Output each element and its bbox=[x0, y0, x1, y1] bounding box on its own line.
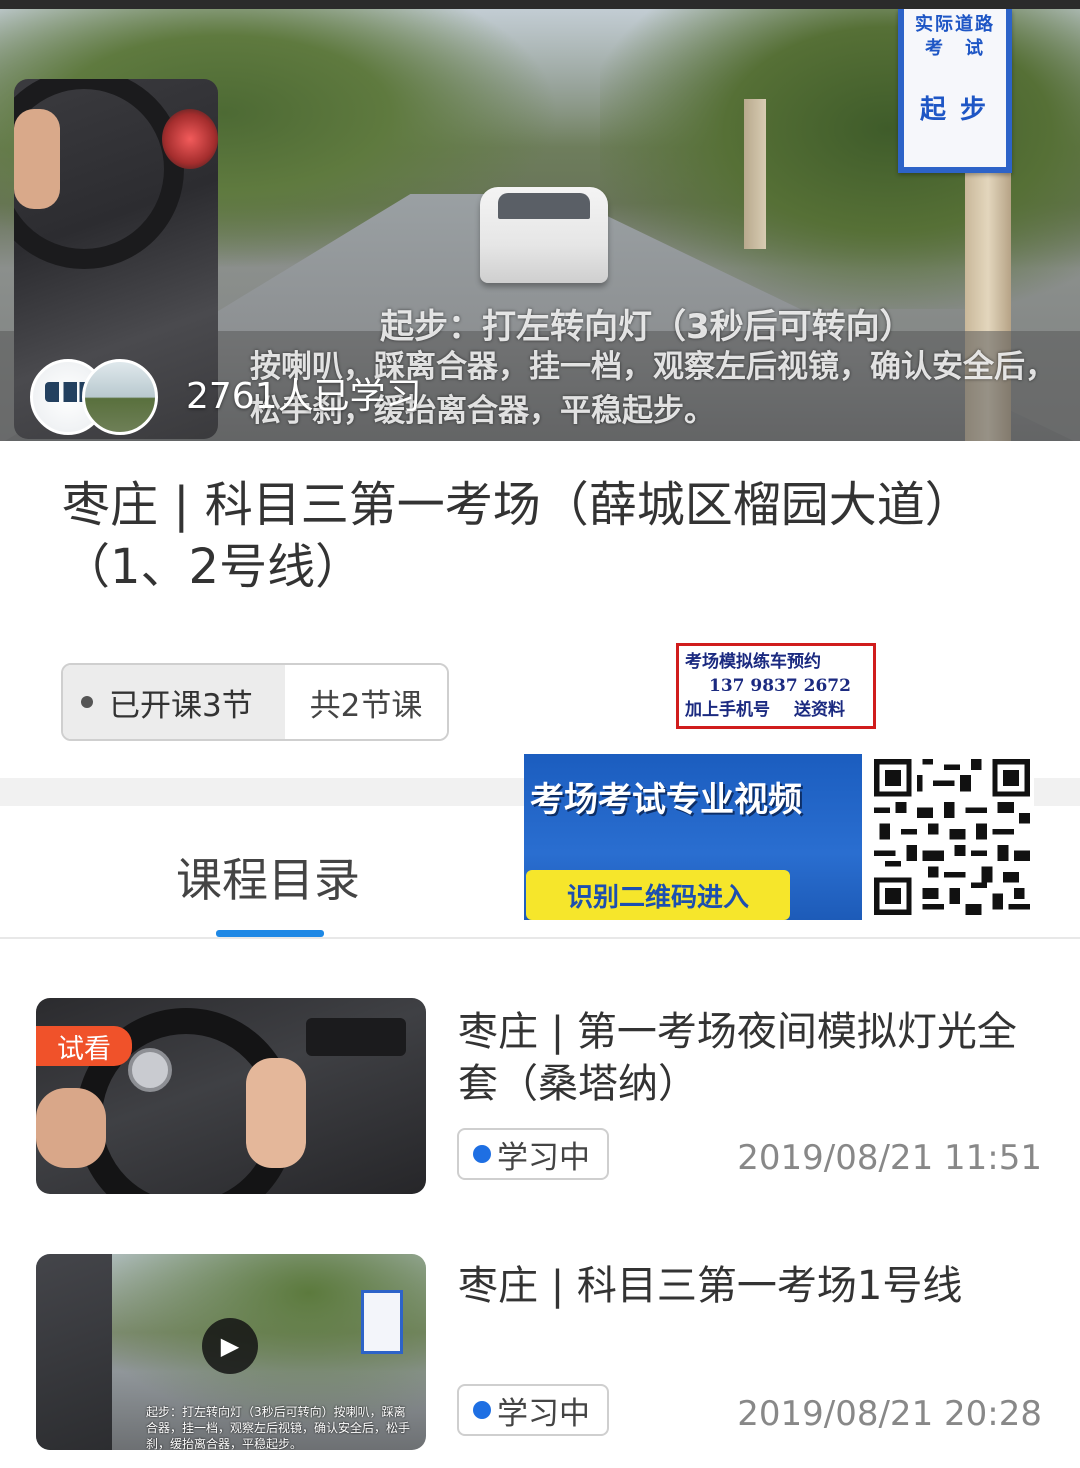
learner-count: 2761人已学习 bbox=[186, 376, 422, 417]
status-badge: 学习中 bbox=[457, 1128, 609, 1180]
driver-hand bbox=[36, 1088, 106, 1168]
driver-hand bbox=[246, 1058, 306, 1168]
exam-signboard bbox=[361, 1290, 403, 1354]
lesson-title[interactable]: 枣庄 | 第一考场夜间模拟灯光全套（桑塔纳） bbox=[458, 1006, 1048, 1110]
course-page: 实际道路 考 试 起步 起步：打左转向灯（3秒后可转向） 按喇叭，踩离合器，挂一… bbox=[0, 0, 1080, 1468]
tab-active-indicator bbox=[216, 930, 324, 937]
lesson-title[interactable]: 枣庄 | 科目三第一考场1号线 bbox=[458, 1260, 1048, 1312]
status-badge: 学习中 bbox=[457, 1384, 609, 1436]
promo-contact-box: 考场模拟练车预约 137 9837 2672 加上手机号 送资料 bbox=[676, 643, 876, 729]
dot-icon bbox=[81, 696, 93, 708]
thumbnail-caption: 起步：打左转向灯（3秒后可转向）按喇叭，踩离合器，挂一档，观察左后视镜，确认安全… bbox=[146, 1405, 411, 1450]
promo-line3a: 加上手机号 bbox=[685, 700, 770, 720]
promo-line3: 加上手机号 送资料 bbox=[685, 698, 867, 722]
car-logo-icon bbox=[128, 1048, 172, 1092]
air-vent bbox=[306, 1018, 406, 1056]
list-item[interactable]: ▶ 起步：打左转向灯（3秒后可转向）按喇叭，踩离合器，挂一档，观察左后视镜，确认… bbox=[0, 1254, 1080, 1454]
sign-bottom-text: 起步 bbox=[919, 95, 1000, 125]
list-item[interactable]: 试看 枣庄 | 第一考场夜间模拟灯光全套（桑塔纳） 学习中 2019/08/21… bbox=[0, 998, 1080, 1198]
promo-phone: 137 9837 2672 bbox=[709, 676, 851, 696]
play-icon[interactable]: ▶ bbox=[202, 1318, 258, 1374]
status-dot-icon bbox=[473, 1401, 491, 1419]
status-label: 学习中 bbox=[497, 1139, 590, 1176]
hero-video[interactable]: 实际道路 考 试 起步 起步：打左转向灯（3秒后可转向） 按喇叭，踩离合器，挂一… bbox=[0, 9, 1080, 441]
qr-promo-banner[interactable]: 考场考试专业视频 识别二维码进入 bbox=[524, 754, 1034, 920]
lesson-count-toggle: 已开课3节 共2节课 bbox=[61, 663, 449, 741]
opened-lessons: 已开课3节 bbox=[63, 665, 285, 739]
banner-button[interactable]: 识别二维码进入 bbox=[526, 870, 790, 920]
lesson-time: 2019/08/21 11:51 bbox=[737, 1138, 1042, 1178]
total-lessons: 共2节课 bbox=[285, 665, 447, 739]
sign-top-text: 实际道路 考 试 bbox=[915, 14, 995, 59]
tab-catalog[interactable]: 课程目录 bbox=[176, 844, 360, 910]
learner-avatars bbox=[30, 359, 160, 435]
banner-title: 考场考试专业视频 bbox=[530, 780, 802, 820]
avatar bbox=[82, 359, 158, 435]
opened-lessons-label: 已开课3节 bbox=[109, 687, 253, 724]
tree-trunk bbox=[744, 99, 766, 249]
promo-line1: 考场模拟练车预约 bbox=[685, 652, 821, 672]
lesson-time: 2019/08/21 20:28 bbox=[737, 1394, 1042, 1434]
exam-signboard: 实际道路 考 试 起步 bbox=[898, 9, 1012, 173]
trial-badge: 试看 bbox=[36, 1026, 132, 1066]
dashboard-gauge bbox=[162, 109, 218, 169]
video-caption-line1: 起步：打左转向灯（3秒后可转向） bbox=[380, 307, 914, 347]
driver-hand bbox=[14, 109, 60, 209]
lesson-thumbnail[interactable]: ▶ 起步：打左转向灯（3秒后可转向）按喇叭，踩离合器，挂一档，观察左后视镜，确认… bbox=[36, 1254, 426, 1450]
car-ahead bbox=[480, 187, 608, 283]
status-label: 学习中 bbox=[497, 1395, 590, 1432]
promo-line3b: 送资料 bbox=[794, 700, 845, 720]
qr-code-icon bbox=[874, 759, 1030, 915]
status-bar bbox=[0, 0, 1080, 9]
status-dot-icon bbox=[473, 1145, 491, 1163]
course-title: 枣庄 | 科目三第一考场（薛城区榴园大道）（1、2号线） bbox=[62, 477, 973, 595]
lesson-thumbnail[interactable]: 试看 bbox=[36, 998, 426, 1194]
driver-pip-video bbox=[36, 1254, 112, 1450]
tabs-divider bbox=[0, 937, 1080, 939]
